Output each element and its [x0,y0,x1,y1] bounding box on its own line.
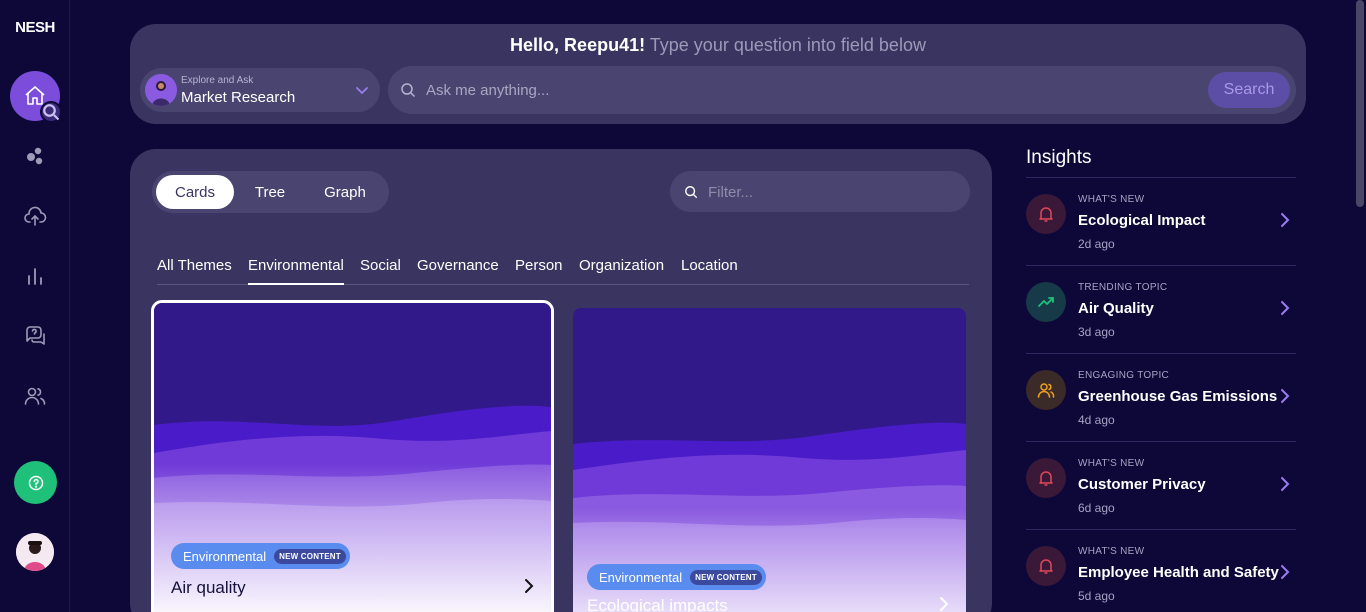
insight-title: Customer Privacy [1078,476,1206,493]
topic-card[interactable]: Environmental NEW CONTENT Air quality [151,300,554,612]
ask-input-box: Search [388,66,1296,114]
mode-caption: Explore and Ask [181,75,254,86]
bubbles-icon [27,147,43,165]
view-cards[interactable]: Cards [156,175,234,209]
search-icon [401,83,416,98]
tab-social[interactable]: Social [360,257,401,285]
chevron-right-icon[interactable] [521,578,537,594]
insight-icon-wrap [1026,546,1066,586]
insight-label: WHAT'S NEW [1078,546,1145,557]
chevron-right-icon [1281,389,1290,403]
user-avatar[interactable] [16,533,54,571]
sidebar-item-questions[interactable] [10,311,60,361]
insight-item[interactable]: WHAT'S NEW Customer Privacy 6d ago [1026,442,1296,530]
ask-input[interactable] [426,78,1186,102]
insight-time: 2d ago [1078,237,1115,251]
category-tag-label: Environmental [183,548,267,564]
sidebar-item-analytics[interactable] [10,251,60,301]
bar-chart-icon [28,268,42,285]
insights-title: Insights [1026,147,1092,168]
help-button[interactable] [14,461,57,504]
insight-icon-wrap [1026,282,1066,322]
category-tag: Environmental NEW CONTENT [171,543,350,569]
sidebar-item-people[interactable] [10,371,60,421]
insight-title: Air Quality [1078,300,1154,317]
filter-input[interactable] [708,181,948,203]
view-tree[interactable]: Tree [238,175,302,209]
tab-governance[interactable]: Governance [417,257,499,285]
insight-icon-wrap [1026,194,1066,234]
users-icon [24,387,46,405]
insight-time: 3d ago [1078,325,1115,339]
insight-item[interactable]: WHAT'S NEW Employee Health and Safety 5d… [1026,530,1296,612]
greeting-name: Hello, Reepu41! [510,35,646,55]
page-scrollbar[interactable] [1356,0,1364,207]
insight-label: ENGAGING TOPIC [1078,370,1170,381]
view-graph[interactable]: Graph [306,175,384,209]
main-panel: Cards Tree Graph All Themes Environmenta… [130,149,992,612]
insight-item[interactable]: ENGAGING TOPIC Greenhouse Gas Emissions … [1026,354,1296,442]
tab-all-themes[interactable]: All Themes [157,257,232,285]
new-content-badge: NEW CONTENT [690,569,762,585]
insight-time: 6d ago [1078,501,1115,515]
search-button[interactable]: Search [1208,72,1290,108]
theme-tabs: All Themes Environmental Social Governan… [157,257,969,285]
trending-up-icon [1038,297,1054,307]
card-title: Ecological impacts [587,596,728,612]
sidebar: NESH [0,0,70,612]
question-chat-icon [26,326,45,345]
view-toggle: Cards Tree Graph [152,171,389,213]
mode-select[interactable]: Explore and Ask Market Research [140,68,380,112]
mode-value: Market Research [181,89,296,106]
sidebar-item-home[interactable] [10,71,62,123]
tab-organization[interactable]: Organization [579,257,664,285]
bell-icon [1039,207,1053,222]
insight-time: 4d ago [1078,413,1115,427]
chevron-right-icon [1281,301,1290,315]
filter-box [670,171,970,212]
insight-time: 5d ago [1078,589,1115,603]
greeting-subtitle: Type your question into field below [649,35,926,55]
bell-icon [1039,471,1053,486]
category-tag: Environmental NEW CONTENT [587,564,766,590]
users-icon [1037,383,1055,398]
insight-label: WHAT'S NEW [1078,458,1145,469]
insight-item[interactable]: WHAT'S NEW Ecological Impact 2d ago [1026,178,1296,266]
sidebar-item-themes[interactable] [10,131,60,181]
sidebar-item-upload[interactable] [10,191,60,241]
mode-avatar [145,74,177,106]
help-circle-icon [28,475,43,490]
insight-label: WHAT'S NEW [1078,194,1145,205]
insight-icon-wrap [1026,370,1066,410]
insight-item[interactable]: TRENDING TOPIC Air Quality 3d ago [1026,266,1296,354]
insight-title: Employee Health and Safety [1078,564,1279,581]
avatar-image [16,533,54,571]
tab-environmental[interactable]: Environmental [248,257,344,285]
chevron-right-icon [1281,565,1290,579]
tab-location[interactable]: Location [681,257,738,285]
chevron-right-icon[interactable] [936,596,952,612]
chevron-right-icon [1281,213,1290,227]
insight-label: TRENDING TOPIC [1078,282,1168,293]
ask-panel: Hello, Reepu41! Type your question into … [130,24,1306,124]
insight-title: Ecological Impact [1078,212,1206,229]
greeting: Hello, Reepu41! Type your question into … [130,35,1306,56]
bell-icon [1039,559,1053,574]
chevron-down-icon [356,87,368,95]
search-icon [685,186,698,199]
insight-icon-wrap [1026,458,1066,498]
chevron-right-icon [1281,477,1290,491]
tab-person[interactable]: Person [515,257,563,285]
search-icon [40,101,62,123]
cloud-upload-icon [24,206,47,226]
app-logo[interactable]: NESH [0,19,70,36]
topic-card[interactable]: Environmental NEW CONTENT Ecological imp… [573,308,966,612]
card-title: Air quality [171,578,246,597]
new-content-badge: NEW CONTENT [274,548,346,564]
insight-title: Greenhouse Gas Emissions [1078,388,1278,405]
category-tag-label: Environmental [599,569,683,585]
